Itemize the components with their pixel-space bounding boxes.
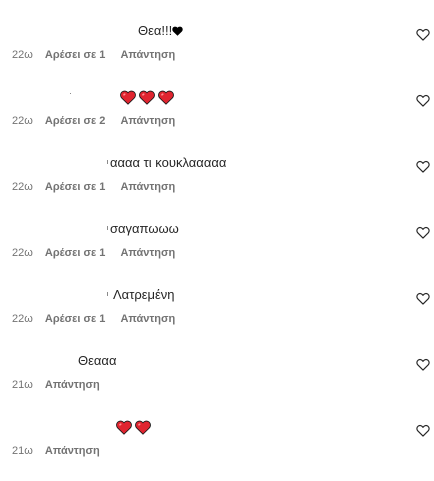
comment-text: Θεα!!! (138, 22, 183, 40)
stray-dot (107, 160, 108, 164)
like-heart-icon[interactable] (416, 424, 430, 438)
comment-item: σαγαπωωω 22ω Αρέσει σε 1 Απάντηση (0, 220, 434, 270)
likes-count-link[interactable]: Αρέσει σε 2 (45, 114, 106, 128)
comment-time: 22ω (12, 313, 33, 325)
comment-text: Λατρεμένη (113, 287, 175, 302)
comment-text: σαγαπωωω (110, 221, 179, 236)
comment-time: 22ω (12, 181, 33, 193)
red-heart-emoji-icon (116, 420, 132, 435)
comment-meta: 22ω Αρέσει σε 1 Απάντηση (12, 246, 175, 260)
comment-text (120, 88, 177, 106)
comment-text (116, 418, 154, 436)
comment-time: 21ω (12, 445, 33, 457)
red-heart-emoji-icon (135, 420, 151, 435)
likes-count-link[interactable]: Αρέσει σε 1 (45, 246, 106, 260)
comment-meta: 22ω Αρέσει σε 1 Απάντηση (12, 48, 175, 62)
stray-dot (107, 226, 108, 230)
reply-button[interactable]: Απάντηση (120, 180, 175, 194)
like-heart-icon[interactable] (416, 160, 430, 174)
comment-item: 21ω Απάντηση (0, 418, 434, 468)
comment-time: 22ω (12, 115, 33, 127)
like-heart-icon[interactable] (416, 226, 430, 240)
like-heart-icon[interactable] (416, 292, 430, 306)
comment-time: 22ω (12, 49, 33, 61)
reply-button[interactable]: Απάντηση (120, 246, 175, 260)
likes-count-link[interactable]: Αρέσει σε 1 (45, 312, 106, 326)
red-heart-emoji-icon (120, 90, 136, 105)
like-heart-icon[interactable] (416, 28, 430, 42)
comment-meta: 21ω Απάντηση (12, 444, 100, 458)
comment-meta: 22ω Αρέσει σε 1 Απάντηση (12, 180, 175, 194)
comment-time: 22ω (12, 247, 33, 259)
comment-meta: 21ω Απάντηση (12, 378, 100, 392)
comment-meta: 22ω Αρέσει σε 2 Απάντηση (12, 114, 175, 128)
like-heart-icon[interactable] (416, 358, 430, 372)
comment-item: αααα τι κουκλααααα 22ω Αρέσει σε 1 Απάντ… (0, 154, 434, 204)
reply-button[interactable]: Απάντηση (45, 444, 100, 458)
comment-item: 22ω Αρέσει σε 2 Απάντηση (0, 88, 434, 138)
stray-dot (107, 292, 108, 296)
red-heart-emoji-icon (139, 90, 155, 105)
likes-count-link[interactable]: Αρέσει σε 1 (45, 48, 106, 62)
reply-button[interactable]: Απάντηση (120, 114, 175, 128)
stray-dot (70, 93, 71, 94)
reply-button[interactable]: Απάντηση (120, 312, 175, 326)
red-heart-emoji-icon (158, 90, 174, 105)
black-heart-emoji-icon (172, 26, 183, 36)
comment-time: 21ω (12, 379, 33, 391)
comment-text: αααα τι κουκλααααα (110, 155, 227, 170)
comment-item: Λατρεμένη 22ω Αρέσει σε 1 Απάντηση (0, 286, 434, 336)
comment-item: Θεα!!! 22ω Αρέσει σε 1 Απάντηση (0, 22, 434, 72)
reply-button[interactable]: Απάντηση (120, 48, 175, 62)
reply-button[interactable]: Απάντηση (45, 378, 100, 392)
comment-meta: 22ω Αρέσει σε 1 Απάντηση (12, 312, 175, 326)
like-heart-icon[interactable] (416, 94, 430, 108)
likes-count-link[interactable]: Αρέσει σε 1 (45, 180, 106, 194)
comment-text: Θεααα (78, 353, 117, 368)
comment-item: Θεααα 21ω Απάντηση (0, 352, 434, 402)
